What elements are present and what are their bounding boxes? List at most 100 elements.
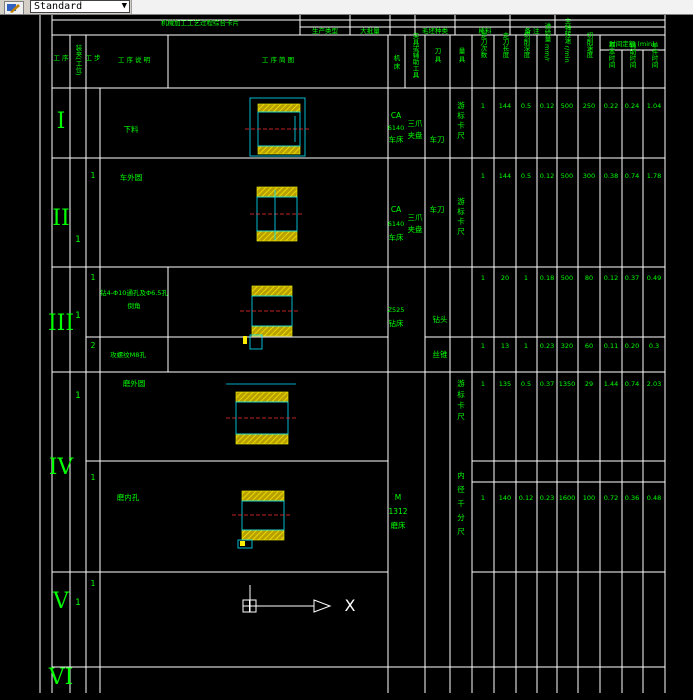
svg-text:千: 千 <box>457 498 465 508</box>
row1-machine: CA 6140 车床 <box>388 111 405 144</box>
process-content: 磨外圆 <box>123 378 146 388</box>
row3-tool: 钻头 <box>433 314 448 324</box>
step-number: 1 <box>91 273 96 282</box>
col-fixture: 夹具或辅助工具 <box>411 31 419 79</box>
col-process-no: 工 序 <box>53 53 69 62</box>
process-numeral-5: V <box>52 589 70 614</box>
process-numeral-2: II <box>52 206 69 231</box>
value-cell: 100 <box>583 494 595 502</box>
process-content: 磨内孔 <box>117 492 140 502</box>
row6-machine: M 1312 磨床 <box>388 493 407 530</box>
svg-text:卡: 卡 <box>457 400 465 410</box>
col-tool: 刀 具 <box>433 47 441 64</box>
chevron-down-icon[interactable]: ▼ <box>122 1 127 12</box>
col-basic-time: 基本时间 <box>607 41 615 70</box>
step-number: 1 <box>91 579 96 588</box>
col-machine: 机 床 <box>392 53 400 71</box>
value-cell: 0.3 <box>649 342 659 350</box>
value-cell: 1 <box>481 102 485 110</box>
svg-text:游: 游 <box>457 378 465 388</box>
sketch-row6 <box>232 490 292 549</box>
col-content: 工 序 说 明 <box>118 55 151 64</box>
svg-text:标: 标 <box>457 110 465 120</box>
value-cell: 1.04 <box>647 102 661 110</box>
col-length: 走刀长度 <box>501 32 509 60</box>
col-step: 工 步 <box>85 54 101 62</box>
svg-text:夹盘: 夹盘 <box>408 224 423 234</box>
value-cell: 0.36 <box>625 494 639 502</box>
row2-fixture: 三爪 夹盘 <box>408 213 423 234</box>
text-style-icon[interactable] <box>4 1 24 15</box>
col-aux-time: 辅助时间 <box>628 41 636 70</box>
value-cell: 0.23 <box>540 494 554 502</box>
svg-text:M: M <box>395 493 401 502</box>
svg-text:尺: 尺 <box>457 412 465 421</box>
value-cell: 0.24 <box>625 102 639 110</box>
value-cell: 0.12 <box>519 494 533 502</box>
sketch-row2 <box>250 186 303 242</box>
value-cell: 0.38 <box>604 172 618 180</box>
value-cell: 1 <box>481 274 485 282</box>
value-cell: 0.74 <box>625 172 639 180</box>
value-cell: 80 <box>585 274 593 282</box>
row6-gauge: 内 径 千 分 尺 <box>457 470 465 536</box>
svg-text:卡: 卡 <box>457 216 465 226</box>
cad-drawing-canvas[interactable]: 机械加工工艺过程综合卡片 生产类型 大批量 毛坯种类 棒料 备 注 时间定额 (… <box>0 15 693 700</box>
value-cell: 0.22 <box>604 102 618 110</box>
text-style-select[interactable]: Standard ▼ <box>30 0 130 13</box>
row2-tool: 车刀 <box>430 204 445 214</box>
process-content: 车外圆 <box>120 172 143 182</box>
value-cell: 13 <box>501 342 509 350</box>
svg-text:标: 标 <box>457 206 465 216</box>
sketch-row5 <box>226 383 296 445</box>
value-cell: 0.72 <box>604 494 618 502</box>
row1-fixture: 三爪 夹盘 <box>408 119 423 140</box>
value-cell: 1 <box>481 172 485 180</box>
value-cell: 135 <box>499 380 511 388</box>
svg-text:磨床: 磨床 <box>391 520 406 530</box>
row4-tool: 丝锥 <box>433 349 448 359</box>
value-cell: 60 <box>585 342 593 350</box>
col-feed: 进给量 mm/r <box>543 22 551 62</box>
value-cell: 0.20 <box>625 342 639 350</box>
value-cell: 500 <box>561 102 573 110</box>
sketch-row3 <box>240 285 298 350</box>
header-label-blank-type: 毛坯种类 <box>422 26 449 35</box>
svg-text:CA: CA <box>391 111 402 120</box>
svg-text:标: 标 <box>457 389 465 399</box>
value-cell: 500 <box>561 274 573 282</box>
sketch-row1 <box>245 97 310 157</box>
step-number: 1 <box>91 473 96 482</box>
value-cell: 0.12 <box>540 102 554 110</box>
value-cell: 250 <box>583 102 595 110</box>
step-number: 2 <box>91 341 96 350</box>
toolbar-empty-area <box>131 0 693 14</box>
col-install: 装夹(工位) <box>74 43 82 75</box>
value-cell: 0.18 <box>540 274 554 282</box>
row1-tool: 车刀 <box>430 134 445 144</box>
value-cell: 1.44 <box>604 380 618 388</box>
process-content-line2: 倒角 <box>128 301 141 310</box>
row2-gauge: 游 标 卡 尺 <box>457 196 465 236</box>
value-cell: 29 <box>585 380 593 388</box>
value-cell: 0.5 <box>521 102 531 110</box>
value-cell: 144 <box>499 102 511 110</box>
value-cell: 1 <box>481 494 485 502</box>
col-gauge: 量 具 <box>457 47 465 64</box>
col-speed: 主轴转速 r/min <box>563 16 571 62</box>
svg-text:尺: 尺 <box>457 131 465 140</box>
value-cell: 0.12 <box>604 274 618 282</box>
svg-text:尺: 尺 <box>457 527 465 536</box>
text-style-value: Standard <box>34 1 83 12</box>
col-unit-time: 单件时间 <box>650 41 658 70</box>
process-numeral-3: III <box>48 311 74 336</box>
value-cell: 1 <box>524 342 528 350</box>
svg-text:车床: 车床 <box>389 232 404 242</box>
process-numeral-4: IV <box>49 455 75 480</box>
install-number: 1 <box>75 598 81 608</box>
svg-text:CA: CA <box>391 205 402 214</box>
value-cell: 0.48 <box>647 494 661 502</box>
value-cell: 0.37 <box>540 380 554 388</box>
process-numeral-6: VI <box>48 665 74 690</box>
value-cell: 300 <box>583 172 595 180</box>
